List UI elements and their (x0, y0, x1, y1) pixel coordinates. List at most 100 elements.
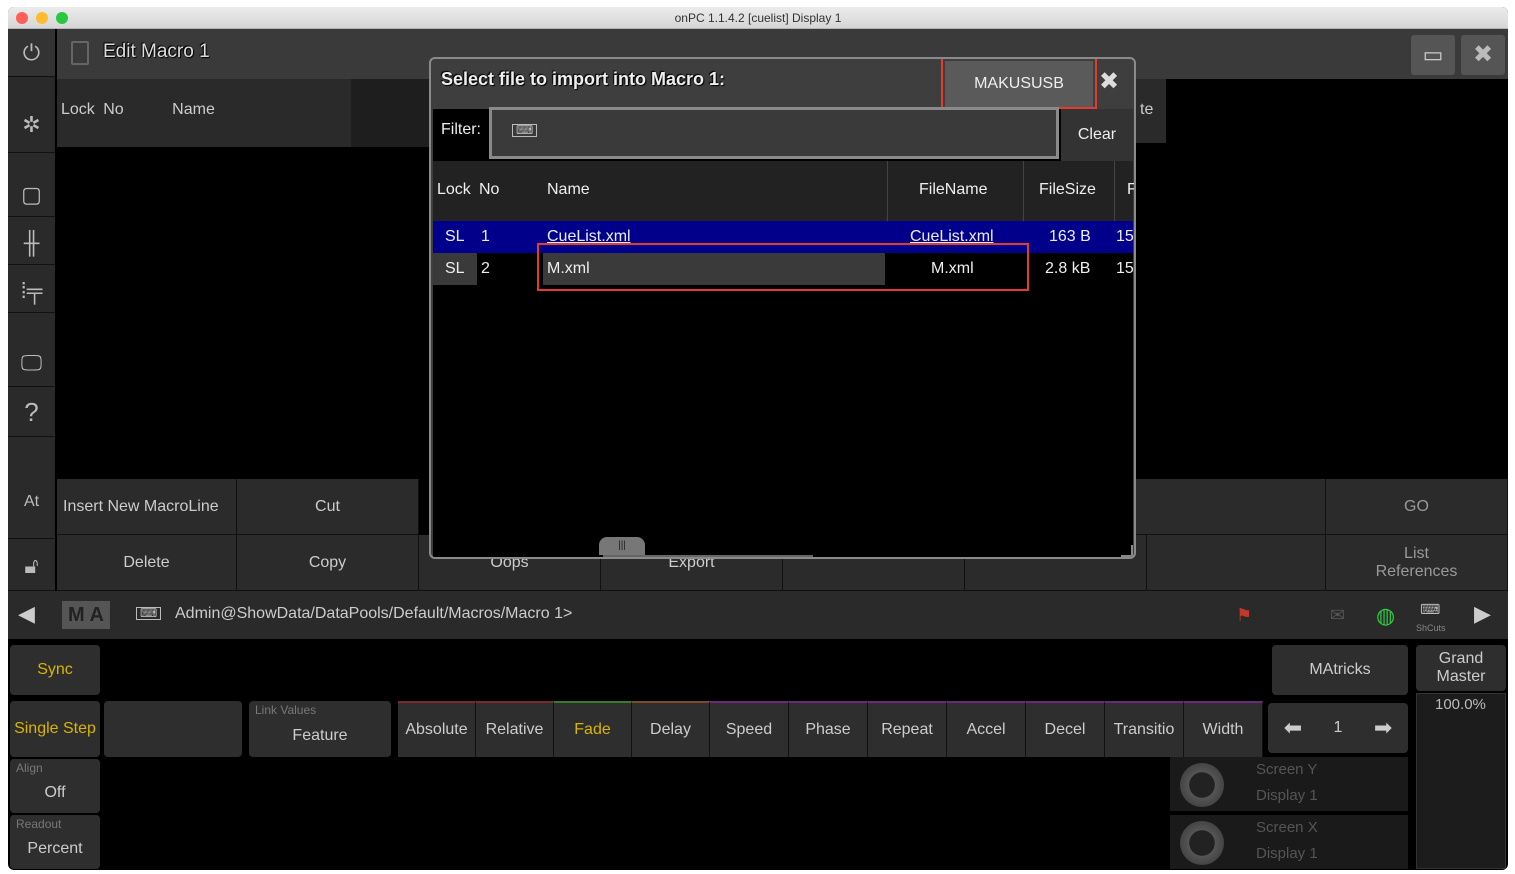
column-no: No (103, 101, 124, 118)
command-prompt[interactable]: Admin@ShowData/DataPools/Default/Macros/… (175, 605, 572, 623)
feature-fade[interactable]: Fade (554, 701, 632, 757)
close-window-icon[interactable] (16, 12, 28, 24)
column-more: F (1127, 181, 1136, 198)
page-title: Edit Macro 1 (103, 41, 210, 62)
single-step-button[interactable]: Single Step (10, 701, 100, 757)
left-sidebar: ⏻ ✲ ▢ ╫ ⁞╤ 🖵 ? At 🔓︎ (8, 29, 55, 591)
feature-delay[interactable]: Delay (632, 701, 710, 757)
grand-master-fader[interactable]: 100.0% (1416, 693, 1506, 869)
feature-transition[interactable]: Transitio (1105, 701, 1184, 757)
filter-input[interactable]: ⌨ (489, 107, 1059, 159)
cell-filesize: 2.8 kB (1045, 260, 1091, 277)
shortcuts-icon[interactable]: ⌨ (1420, 601, 1440, 618)
arrow-left-icon[interactable]: ⬅ (1284, 715, 1302, 741)
clear-button[interactable]: Clear (1061, 109, 1133, 161)
sync-button[interactable]: Sync (10, 645, 100, 695)
grand-master-label: Grand Master (1416, 645, 1506, 691)
faders-icon[interactable]: ╫ (8, 221, 55, 265)
zoom-window-icon[interactable] (56, 12, 68, 24)
close-view-icon[interactable]: ✖ (1461, 35, 1505, 75)
column-no: No (479, 181, 500, 198)
display-icon[interactable]: ▭ (1411, 35, 1455, 75)
readout-value: Percent (27, 840, 83, 857)
column-truncated: te (1136, 79, 1166, 143)
file-table-header: Lock No Name FileName FileSize F (433, 161, 1136, 221)
close-dialog-icon[interactable]: ✖ (1099, 67, 1119, 96)
feature-accel[interactable]: Accel (947, 701, 1026, 757)
encoder-screen-y[interactable]: Screen Y Display 1 (1170, 757, 1408, 811)
globe-icon[interactable]: ◍ (1376, 603, 1395, 629)
feature-relative[interactable]: Relative (476, 701, 554, 757)
empty-button[interactable] (1147, 535, 1326, 591)
empty-feature-button[interactable] (104, 701, 242, 757)
encoder-bottom-label: Display 1 (1256, 787, 1318, 804)
highlight-box (941, 59, 1097, 109)
insert-new-macroline-button[interactable]: Insert New MacroLine (57, 479, 237, 535)
encoder-knob-icon[interactable] (1180, 763, 1224, 807)
shortcuts-label: ShCuts (1416, 623, 1446, 633)
column-filename: FileName (919, 181, 988, 198)
encoder-screen-x[interactable]: Screen X Display 1 (1170, 815, 1408, 869)
link-values-value: Feature (292, 727, 348, 744)
cut-button[interactable]: Cut (237, 479, 419, 535)
arrow-right-icon[interactable]: ➡ (1374, 715, 1392, 741)
feature-speed[interactable]: Speed (710, 701, 789, 757)
resize-corner-icon[interactable] (1121, 545, 1133, 557)
resize-grip-icon[interactable]: ||| (599, 537, 645, 555)
go-button[interactable]: GO (1326, 479, 1508, 535)
network-icon[interactable]: ⚑ (1236, 605, 1252, 626)
table-header-cell (351, 79, 436, 147)
at-button[interactable]: At (8, 479, 55, 539)
column-lock: Lock (61, 101, 95, 118)
encoder-knob-icon[interactable] (1180, 821, 1224, 865)
mail-icon[interactable]: ✉ (1330, 605, 1345, 626)
readout-label: Readout (16, 817, 62, 831)
cell-lock: SL (445, 260, 465, 277)
column-name: Name (547, 181, 590, 198)
view-icon[interactable]: ▢ (8, 173, 55, 217)
encoder-top-label: Screen X (1256, 819, 1318, 836)
align-button[interactable]: Align Off (10, 759, 100, 813)
align-value: Off (44, 784, 66, 801)
executors-icon[interactable]: ⁞╤ (8, 269, 55, 313)
readout-button[interactable]: Readout Percent (10, 815, 100, 869)
keyboard-icon[interactable]: ⌨ (136, 607, 162, 620)
divider (1114, 161, 1115, 221)
list-references-button[interactable]: List References (1326, 535, 1508, 591)
arrow-right-icon[interactable]: ▶ (1474, 601, 1491, 627)
cell-lock: SL (445, 228, 465, 245)
copy-button[interactable]: Copy (237, 535, 419, 591)
minimize-window-icon[interactable] (36, 12, 48, 24)
command-line-bar: ◀ M A ⌨ Admin@ShowData/DataPools/Default… (8, 591, 1508, 639)
feature-width[interactable]: Width (1184, 701, 1263, 757)
matricks-button[interactable]: MAtricks (1272, 645, 1408, 695)
window-titlebar: onPC 1.1.4.2 [cuelist] Display 1 (8, 7, 1508, 29)
align-label: Align (16, 761, 43, 775)
dialog-title: Select file to import into Macro 1: (441, 69, 726, 89)
keyboard-icon[interactable]: ⌨ (512, 124, 538, 137)
sheet-icon (71, 41, 89, 65)
feature-phase[interactable]: Phase (789, 701, 868, 757)
column-name: Name (172, 101, 215, 118)
delete-button[interactable]: Delete (57, 535, 237, 591)
cell-filesize: 163 B (1049, 228, 1091, 245)
divider (887, 161, 888, 221)
ma-logo[interactable]: M A (62, 601, 110, 629)
macro-table-header: Lock No Name (57, 79, 351, 147)
divider (1023, 161, 1024, 221)
feature-repeat[interactable]: Repeat (868, 701, 947, 757)
filter-bar: Filter: ⌨ Clear (433, 107, 1133, 161)
app-window: onPC 1.1.4.2 [cuelist] Display 1 ⏻ ✲ ▢ ╫… (8, 7, 1508, 870)
power-icon[interactable]: ⏻ (8, 29, 55, 77)
settings-gear-icon[interactable]: ✲ (8, 97, 55, 153)
link-values-button[interactable]: Link Values Feature (249, 701, 391, 757)
lock-icon[interactable]: 🔓︎ (8, 541, 55, 591)
monitor-icon[interactable]: 🖵 (8, 339, 55, 387)
cell-more: 15 (1116, 260, 1134, 277)
feature-decel[interactable]: Decel (1026, 701, 1105, 757)
feature-absolute[interactable]: Absolute (398, 701, 476, 757)
highlight-box (537, 243, 1029, 291)
empty-button[interactable] (1136, 479, 1326, 535)
help-icon[interactable]: ? (8, 389, 55, 437)
arrow-left-icon[interactable]: ◀ (18, 601, 35, 627)
